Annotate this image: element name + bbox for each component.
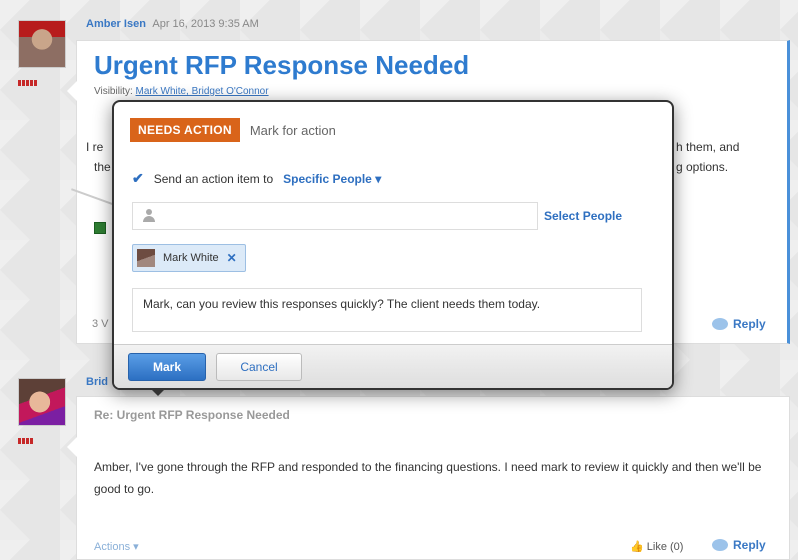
speech-bubble-icon (712, 318, 728, 330)
like-label: Like (0) (646, 541, 684, 553)
dialog-title: Mark for action (249, 122, 336, 138)
post-body-fragment: the (94, 160, 111, 174)
speech-bubble-icon (712, 539, 728, 551)
reply-title: Re: Urgent RFP Response Needed (94, 408, 290, 422)
select-people-link[interactable]: Select People (544, 209, 622, 223)
post-author-line: Amber Isen Apr 16, 2013 9:35 AM (86, 18, 259, 30)
avatar (137, 249, 155, 267)
post-author-line: Brid (86, 376, 112, 388)
message-textarea[interactable]: Mark, can you review this responses quic… (132, 288, 642, 332)
view-count: 3 V (92, 318, 109, 330)
like-button[interactable]: 👍 Like (0) (630, 540, 683, 553)
person-icon (143, 209, 155, 223)
actions-label: Actions (94, 541, 131, 553)
remove-icon[interactable]: ✕ (227, 251, 237, 265)
reply-label: Reply (733, 317, 766, 331)
send-action-checkbox[interactable]: ✔ (132, 170, 144, 187)
excel-file-icon[interactable] (94, 222, 106, 234)
chip-label: Mark White (163, 252, 219, 264)
author-name[interactable]: Amber Isen (86, 18, 146, 30)
avatar[interactable] (18, 20, 66, 68)
post-body-fragment: g options. (676, 160, 729, 174)
reply-button[interactable]: Reply (712, 538, 766, 552)
people-search-input[interactable] (132, 202, 538, 230)
post-title[interactable]: Urgent RFP Response Needed (94, 50, 469, 81)
send-label: Send an action item to (153, 171, 274, 186)
post-body-fragment: h them, and (676, 140, 740, 154)
specific-people-dropdown[interactable]: Specific People ▾ (283, 172, 381, 186)
dialog-pointer (150, 388, 166, 396)
actions-menu[interactable]: Actions ▾ (94, 540, 139, 553)
mark-for-action-dialog: NEEDS ACTION Mark for action ✔ Send an a… (112, 100, 674, 390)
chevron-down-icon: ▾ (133, 541, 139, 553)
status-indicator (18, 80, 37, 86)
chevron-down-icon: ▾ (375, 171, 382, 186)
thumbs-up-icon: 👍 (630, 541, 644, 553)
reply-body: Amber, I've gone through the RFP and res… (94, 460, 762, 496)
visibility-line: Visibility: Mark White, Bridget O'Connor (94, 86, 269, 97)
visibility-people-link[interactable]: Mark White, Bridget O'Connor (136, 86, 269, 97)
reply-button[interactable]: Reply (712, 317, 766, 331)
status-indicator (18, 438, 33, 444)
selected-person-chip: Mark White ✕ (132, 244, 246, 272)
post-body-fragment: I re (86, 140, 104, 154)
mark-button[interactable]: Mark (128, 353, 206, 381)
author-name[interactable]: Brid (86, 376, 108, 388)
visibility-label: Visibility: (94, 86, 133, 97)
avatar[interactable] (18, 378, 66, 426)
send-action-row: ✔ Send an action item to Specific People… (132, 170, 381, 187)
post-timestamp: Apr 16, 2013 9:35 AM (152, 18, 259, 30)
dialog-header: NEEDS ACTION Mark for action (130, 118, 336, 142)
dialog-footer: Mark Cancel (114, 344, 672, 388)
cancel-button[interactable]: Cancel (216, 353, 302, 381)
needs-action-badge: NEEDS ACTION (130, 118, 240, 142)
reply-label: Reply (733, 538, 766, 552)
